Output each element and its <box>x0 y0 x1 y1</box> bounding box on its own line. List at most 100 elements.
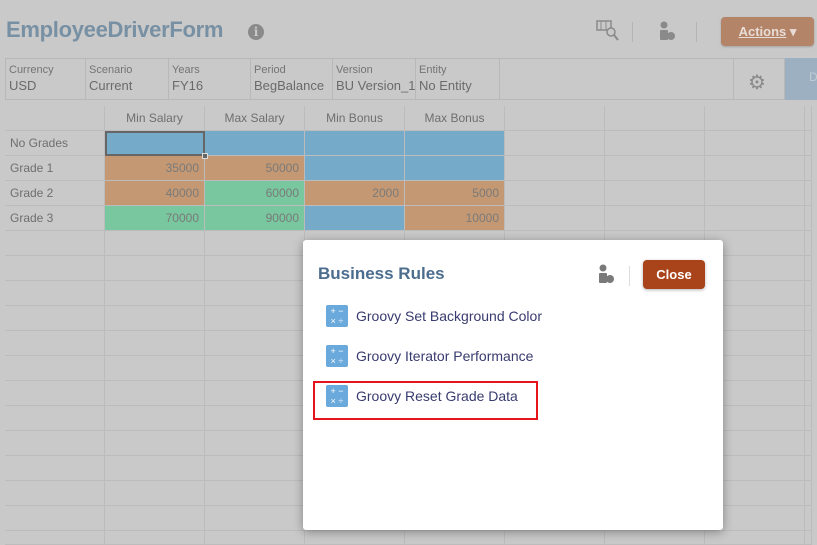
row-header[interactable]: No Grades <box>5 131 105 156</box>
row-header[interactable]: Grade 2 <box>5 181 105 206</box>
grid-cell[interactable]: 70000 <box>105 206 205 231</box>
grid-cell[interactable] <box>705 156 805 181</box>
grid-cell[interactable] <box>105 481 205 506</box>
grid-cell[interactable] <box>105 231 205 256</box>
grid-cell[interactable] <box>805 481 812 506</box>
grid-cell[interactable]: 35000 <box>105 156 205 181</box>
user-help-icon[interactable] <box>658 21 676 41</box>
gear-icon[interactable]: ⚙ <box>748 70 766 95</box>
grid-cell[interactable] <box>105 306 205 331</box>
pov-currency[interactable]: Currency USD <box>6 59 86 99</box>
grid-cell[interactable] <box>205 481 305 506</box>
grid-cell[interactable] <box>205 431 305 456</box>
column-header[interactable]: Min Bonus <box>305 106 405 131</box>
grid-cell[interactable]: 50000 <box>205 156 305 181</box>
grid-cell[interactable] <box>505 181 605 206</box>
grid-cell[interactable] <box>705 206 805 231</box>
grid-cell[interactable] <box>105 506 205 531</box>
grid-cell[interactable] <box>105 406 205 431</box>
pov-years[interactable]: Years FY16 <box>169 59 251 99</box>
grid-cell[interactable]: 40000 <box>105 181 205 206</box>
grid-cell[interactable] <box>805 506 812 531</box>
grid-cell[interactable] <box>205 531 305 545</box>
grid-cell[interactable] <box>605 131 705 156</box>
grid-cell[interactable] <box>305 131 405 156</box>
grid-cell[interactable] <box>105 381 205 406</box>
fill-handle[interactable] <box>202 153 208 159</box>
grid-cell[interactable] <box>805 206 812 231</box>
grid-cell[interactable] <box>205 356 305 381</box>
close-button[interactable]: Close <box>643 260 705 289</box>
pov-go-button[interactable]: D <box>785 58 817 100</box>
grid-cell[interactable] <box>105 331 205 356</box>
grid-cell[interactable] <box>805 306 812 331</box>
grid-cell[interactable] <box>105 131 205 156</box>
grid-cell[interactable] <box>305 156 405 181</box>
grid-cell[interactable]: 10000 <box>405 206 505 231</box>
column-header[interactable]: Max Salary <box>205 106 305 131</box>
grid-cell[interactable] <box>405 131 505 156</box>
grid-cell[interactable] <box>205 281 305 306</box>
grid-cell[interactable] <box>105 456 205 481</box>
grid-cell[interactable] <box>305 206 405 231</box>
grid-cell[interactable] <box>805 131 812 156</box>
grid-cell[interactable] <box>105 281 205 306</box>
grid-cell[interactable] <box>205 381 305 406</box>
grid-cell[interactable] <box>605 181 705 206</box>
grid-cell[interactable] <box>805 281 812 306</box>
pov-entity[interactable]: Entity No Entity <box>416 59 500 99</box>
grid-cell[interactable]: 2000 <box>305 181 405 206</box>
grid-cell[interactable] <box>805 256 812 281</box>
grid-cell[interactable] <box>805 331 812 356</box>
grid-cell[interactable] <box>405 531 505 545</box>
grid-cell[interactable] <box>305 531 405 545</box>
user-help-icon[interactable] <box>597 264 615 284</box>
grid-cell[interactable] <box>505 206 605 231</box>
grid-cell[interactable] <box>805 156 812 181</box>
info-icon[interactable]: i <box>248 24 264 40</box>
row-header[interactable]: Grade 1 <box>5 156 105 181</box>
grid-cell[interactable]: 60000 <box>205 181 305 206</box>
grid-cell[interactable]: 5000 <box>405 181 505 206</box>
grid-cell[interactable] <box>805 531 812 545</box>
grid-cell[interactable] <box>105 356 205 381</box>
grid-cell[interactable] <box>105 431 205 456</box>
grid-cell[interactable] <box>205 131 305 156</box>
grid-cell[interactable] <box>205 256 305 281</box>
grid-cell[interactable] <box>705 131 805 156</box>
search-grid-icon[interactable] <box>596 20 620 42</box>
grid-cell[interactable] <box>205 231 305 256</box>
grid-cell[interactable] <box>205 456 305 481</box>
grid-cell[interactable] <box>405 156 505 181</box>
grid-cell[interactable] <box>805 181 812 206</box>
grid-cell[interactable] <box>505 131 605 156</box>
rule-item[interactable]: + − × ÷ Groovy Set Background Color <box>326 305 542 327</box>
grid-cell[interactable] <box>805 356 812 381</box>
grid-cell[interactable] <box>205 406 305 431</box>
grid-cell[interactable] <box>605 206 705 231</box>
row-header[interactable]: Grade 3 <box>5 206 105 231</box>
grid-cell[interactable] <box>705 181 805 206</box>
grid-cell[interactable] <box>105 531 205 545</box>
column-header[interactable]: Min Salary <box>105 106 205 131</box>
pov-version[interactable]: Version BU Version_1 <box>333 59 416 99</box>
grid-cell[interactable] <box>505 531 605 545</box>
grid-cell[interactable] <box>205 506 305 531</box>
grid-cell[interactable] <box>205 306 305 331</box>
grid-cell[interactable] <box>805 381 812 406</box>
grid-cell[interactable] <box>505 156 605 181</box>
actions-button[interactable]: Actions ▾ <box>721 17 814 46</box>
grid-cell[interactable] <box>805 231 812 256</box>
grid-cell[interactable] <box>205 331 305 356</box>
grid-cell[interactable] <box>105 256 205 281</box>
grid-cell[interactable] <box>605 531 705 545</box>
grid-cell[interactable] <box>805 431 812 456</box>
grid-cell[interactable] <box>705 531 805 545</box>
rule-item[interactable]: + − × ÷ Groovy Iterator Performance <box>326 345 533 367</box>
grid-cell[interactable] <box>605 156 705 181</box>
pov-scenario[interactable]: Scenario Current <box>86 59 169 99</box>
grid-cell[interactable]: 90000 <box>205 206 305 231</box>
grid-cell[interactable] <box>805 456 812 481</box>
column-header[interactable]: Max Bonus <box>405 106 505 131</box>
pov-period[interactable]: Period BegBalance <box>251 59 333 99</box>
